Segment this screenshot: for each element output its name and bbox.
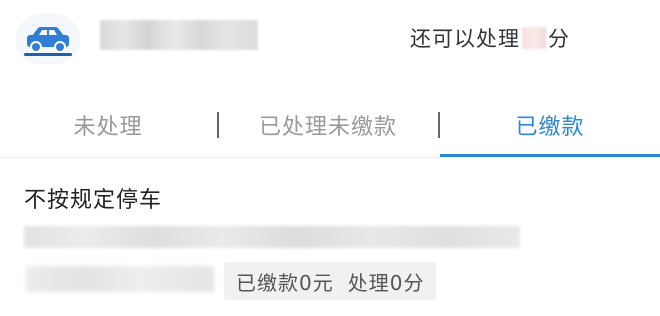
redacted-location <box>24 226 520 248</box>
status-tabs: 未处理 已处理未缴款 已缴款 <box>0 92 660 158</box>
vehicle-avatar <box>16 14 80 64</box>
tab-paid[interactable]: 已缴款 <box>440 92 660 158</box>
payment-status-badge: 已缴款0元 处理0分 <box>224 262 437 300</box>
redacted-plate-number <box>100 20 258 50</box>
tab-unprocessed[interactable]: 未处理 <box>0 92 216 158</box>
quota-suffix: 分 <box>548 27 570 51</box>
remaining-points-text: 还可以处理 分 <box>410 22 570 54</box>
car-icon <box>24 27 72 56</box>
redacted-points-value <box>522 27 546 49</box>
tabs-bottom-border <box>0 157 660 158</box>
quota-prefix: 还可以处理 <box>410 27 520 51</box>
violation-title: 不按规定停车 <box>24 188 163 213</box>
vehicle-header: 还可以处理 分 <box>0 0 660 84</box>
redacted-time <box>26 266 214 292</box>
paid-amount: 已缴款0元 <box>236 270 334 295</box>
tab-processed-unpaid[interactable]: 已处理未缴款 <box>218 92 438 158</box>
processed-points: 处理0分 <box>347 270 425 295</box>
